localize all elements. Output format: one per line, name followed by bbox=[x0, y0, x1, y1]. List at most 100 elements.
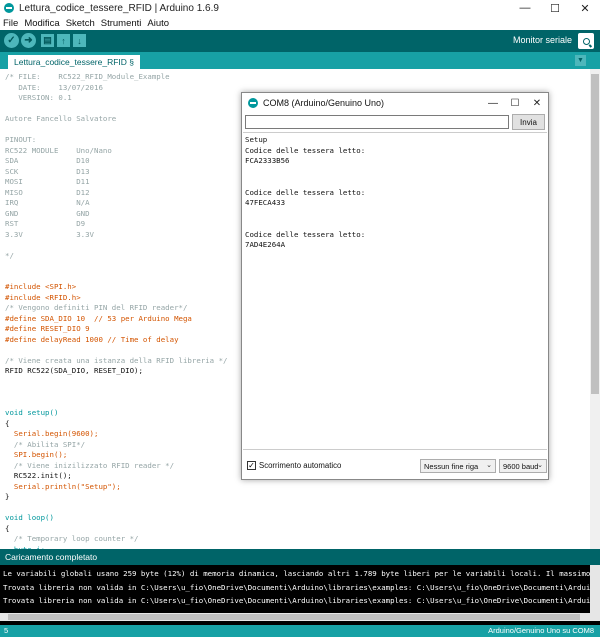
serial-output-area[interactable]: Setup Codice delle tessera letto: FCA2333B… bbox=[243, 132, 547, 450]
code-line: { bbox=[5, 523, 10, 533]
code-line: IRQ N/A bbox=[5, 198, 90, 207]
window-controls: — ☐ ✕ bbox=[510, 0, 600, 16]
chevron-down-icon: ▼ bbox=[577, 57, 584, 64]
serial-monitor-button[interactable] bbox=[578, 33, 594, 49]
menu-bar: File Modifica Sketch Strumenti Aiuto bbox=[0, 16, 600, 30]
menu-file[interactable]: File bbox=[0, 18, 21, 29]
code-line: 3.3V 3.3V bbox=[5, 229, 94, 239]
code-line: #define RESET_DIO 9 bbox=[5, 324, 90, 333]
code-line: SCK D13 bbox=[5, 166, 90, 176]
code-line: void loop() bbox=[5, 513, 54, 522]
console-line: Le variabili globali usano 259 byte (12%… bbox=[3, 569, 600, 578]
bottom-bar: 5 Arduino/Genuino Uno su COM8 bbox=[0, 625, 600, 637]
down-arrow-icon: ↓ bbox=[77, 35, 82, 46]
code-line: MISO D12 bbox=[5, 187, 90, 197]
code-line: RC522 MODULE Uno/Nano bbox=[5, 145, 112, 155]
console-line: Trovata libreria non valida in C:\Users\… bbox=[3, 583, 600, 592]
console-horizontal-scrollbar[interactable] bbox=[0, 613, 590, 621]
tab-strip: Lettura_codice_tessere_RFID § ▼ bbox=[0, 52, 600, 69]
code-line: #define SDA_DIO 10 // 53 per Arduino Meg… bbox=[5, 313, 192, 323]
code-line: Autore Fancello Salvatore bbox=[5, 114, 117, 123]
code-line: DATE: 13/07/2016 bbox=[5, 82, 103, 92]
code-line: SDA D10 bbox=[5, 156, 90, 165]
serial-window-title: COM8 (Arduino/Genuino Uno) bbox=[263, 98, 385, 108]
editor-scroll-thumb[interactable] bbox=[591, 74, 599, 394]
serial-output-line: Codice delle tessera letto: bbox=[245, 229, 366, 239]
serial-output-line: 7AD4E264A bbox=[245, 240, 286, 249]
code-line: /* FILE: RC522_RFID_Module_Example bbox=[5, 72, 170, 81]
autoscroll-label: Scorrimento automatico bbox=[259, 461, 342, 470]
menu-sketch[interactable]: Sketch bbox=[63, 18, 98, 29]
code-line: MOSI D11 bbox=[5, 177, 90, 186]
new-file-icon: ▤ bbox=[43, 35, 52, 45]
window-title: Lettura_codice_tessere_RFID | Arduino 1.… bbox=[19, 2, 219, 14]
arduino-ide-window: Lettura_codice_tessere_RFID | Arduino 1.… bbox=[0, 0, 600, 637]
status-message: Caricamento completato bbox=[5, 552, 98, 562]
code-line: #define delayRead 1000 // Time of delay bbox=[5, 334, 179, 344]
check-icon: ✓ bbox=[7, 35, 16, 46]
baud-rate-select[interactable]: 9600 baud ⌄ bbox=[499, 459, 547, 473]
code-line: SPI.begin(); bbox=[5, 450, 68, 459]
serial-maximize-button[interactable]: ☐ bbox=[504, 95, 526, 111]
code-line: /* Viene inizilizzato RFID reader */ bbox=[5, 460, 175, 470]
board-port-info: Arduino/Genuino Uno su COM8 bbox=[488, 626, 594, 635]
code-line: void setup() bbox=[5, 408, 59, 417]
console-scroll-thumb[interactable] bbox=[8, 614, 580, 620]
send-button[interactable]: Invia bbox=[512, 114, 545, 130]
maximize-button[interactable]: ☐ bbox=[540, 0, 570, 16]
code-line: GND GND bbox=[5, 208, 90, 218]
serial-title-bar: COM8 (Arduino/Genuino Uno) — ☐ ✕ bbox=[242, 93, 548, 113]
line-ending-value: Nessun fine riga bbox=[424, 461, 479, 471]
up-arrow-icon: ↑ bbox=[61, 35, 66, 46]
code-line: #include <SPI.h> bbox=[5, 282, 77, 291]
save-button[interactable]: ↓ bbox=[73, 34, 86, 47]
autoscroll-checkbox[interactable]: ✓ bbox=[247, 461, 256, 470]
serial-output-line: Codice delle tessera letto: bbox=[245, 145, 366, 155]
code-line: Serial.println("Setup"); bbox=[5, 481, 121, 491]
status-bar: Caricamento completato bbox=[0, 549, 600, 565]
arduino-logo-icon bbox=[4, 3, 14, 13]
serial-monitor-window: COM8 (Arduino/Genuino Uno) — ☐ ✕ Invia S… bbox=[241, 92, 549, 480]
right-arrow-icon: ➜ bbox=[24, 35, 33, 46]
close-button[interactable]: ✕ bbox=[570, 0, 600, 16]
serial-monitor-label: Monitor seriale bbox=[512, 35, 572, 45]
magnifier-icon bbox=[582, 37, 590, 45]
console-vertical-scrollbar[interactable] bbox=[590, 565, 600, 621]
code-line: #include <RFID.h> bbox=[5, 292, 81, 302]
menu-help[interactable]: Aiuto bbox=[144, 18, 172, 29]
minimize-button[interactable]: — bbox=[510, 0, 540, 16]
code-line: RC522.init(); bbox=[5, 471, 72, 480]
open-button[interactable]: ↑ bbox=[57, 34, 70, 47]
code-line: RFID RC522(SDA_DIO, RESET_DIO); bbox=[5, 366, 143, 375]
serial-close-button[interactable]: ✕ bbox=[526, 95, 548, 111]
line-ending-select[interactable]: Nessun fine riga ⌄ bbox=[420, 459, 496, 473]
code-line: PINOUT: bbox=[5, 135, 37, 144]
code-line: VERSION: 0.1 bbox=[5, 93, 72, 102]
code-line: { bbox=[5, 418, 10, 428]
chevron-down-icon: ⌄ bbox=[537, 462, 543, 469]
code-line: /* Temporary loop counter */ bbox=[5, 534, 139, 543]
editor-scrollbar[interactable] bbox=[590, 69, 600, 549]
menu-tools[interactable]: Strumenti bbox=[98, 18, 145, 29]
new-sketch-button[interactable]: ▤ bbox=[41, 34, 54, 47]
cursor-line-number: 5 bbox=[4, 626, 9, 635]
code-line: RST D9 bbox=[5, 219, 86, 228]
code-line: /* Vengono definiti PIN del RFID reader*… bbox=[5, 303, 188, 312]
upload-button[interactable]: ➜ bbox=[21, 33, 36, 48]
verify-button[interactable]: ✓ bbox=[4, 33, 19, 48]
arduino-logo-icon bbox=[248, 98, 258, 108]
title-bar: Lettura_codice_tessere_RFID | Arduino 1.… bbox=[0, 0, 600, 16]
menu-edit[interactable]: Modifica bbox=[21, 18, 62, 29]
code-line: } bbox=[5, 492, 10, 501]
console-line: Trovata libreria non valida in C:\Users\… bbox=[3, 596, 600, 605]
serial-output-line: 47FECA433 bbox=[245, 198, 286, 207]
baud-rate-value: 9600 baud bbox=[503, 461, 539, 471]
serial-send-input[interactable] bbox=[245, 115, 509, 129]
serial-minimize-button[interactable]: — bbox=[482, 95, 504, 111]
tab-menu-button[interactable]: ▼ bbox=[575, 55, 586, 66]
code-line: /* Viene creata una istanza della RFID l… bbox=[5, 355, 228, 365]
code-line: Serial.begin(9600); bbox=[5, 429, 99, 438]
serial-output-line: Setup bbox=[245, 135, 268, 144]
tab-sketch[interactable]: Lettura_codice_tessere_RFID § bbox=[8, 55, 141, 69]
serial-output-line: Codice delle tessera letto: bbox=[245, 187, 366, 197]
